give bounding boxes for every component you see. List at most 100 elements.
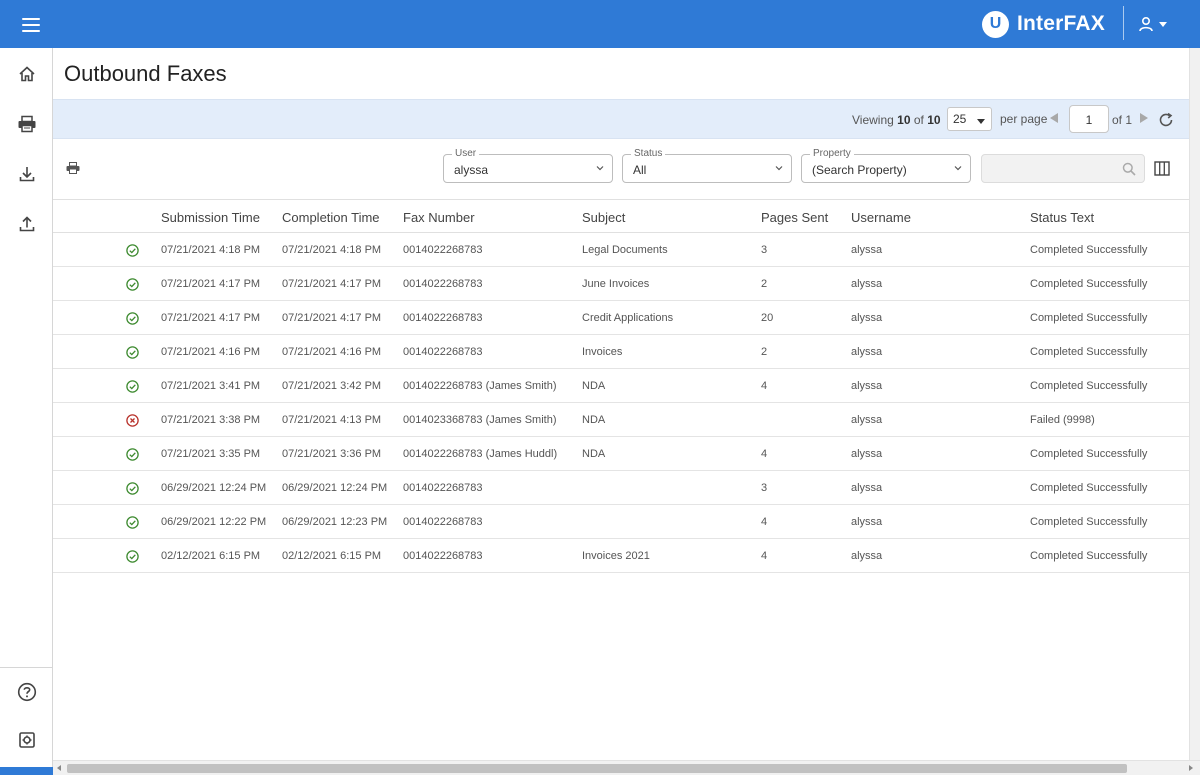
chevron-down-icon [954, 166, 962, 171]
sidebar-item-inbound[interactable] [14, 161, 40, 187]
submission-time-cell: 07/21/2021 4:16 PM [161, 346, 261, 358]
username-cell: alyssa [851, 244, 883, 256]
column-header-subject[interactable]: Subject [582, 210, 625, 225]
page-number-input[interactable]: 1 [1069, 105, 1109, 133]
subject-cell: NDA [582, 380, 606, 392]
sidebar-item-settings[interactable] [14, 727, 40, 753]
status-text-cell: Completed Successfully [1030, 380, 1148, 392]
completion-time-cell: 07/21/2021 4:16 PM [282, 346, 382, 358]
username-cell: alyssa [851, 346, 883, 358]
pages-sent-cell: 2 [761, 278, 768, 290]
status-text-cell: Completed Successfully [1030, 482, 1148, 494]
scroll-left-icon[interactable] [57, 765, 61, 771]
completion-time-cell: 07/21/2021 4:17 PM [282, 312, 382, 324]
per-page-label: per page [1000, 112, 1048, 126]
previous-page-icon[interactable] [1050, 113, 1058, 123]
sidebar-item-send[interactable] [14, 211, 40, 237]
status-text-cell: Completed Successfully [1030, 516, 1148, 528]
check-circle-icon [126, 244, 139, 257]
subject-cell: Invoices [582, 346, 623, 358]
column-header-completion-time[interactable]: Completion Time [282, 210, 380, 225]
scrollbar-thumb[interactable] [67, 764, 1127, 773]
page-title: Outbound Faxes [64, 61, 227, 86]
sidebar-divider [0, 667, 53, 668]
sidebar-bottom-bar [0, 767, 53, 775]
column-header-submission-time[interactable]: Submission Time [161, 210, 260, 225]
table-body: 07/21/2021 4:18 PM 07/21/2021 4:18 PM 0014… [53, 233, 1198, 573]
search-icon[interactable] [1122, 162, 1136, 176]
username-cell: alyssa [851, 516, 883, 528]
subject-cell: Credit Applications [582, 312, 674, 324]
completion-time-cell: 07/21/2021 3:36 PM [282, 448, 382, 460]
pages-sent-cell: 4 [761, 448, 768, 460]
print-icon[interactable] [66, 162, 80, 174]
settings-icon [19, 732, 35, 748]
horizontal-scrollbar[interactable] [53, 760, 1200, 775]
upload-icon [19, 216, 35, 232]
pages-sent-cell: 4 [761, 516, 768, 528]
fax-number-cell: 0014023368783 (James Smith) [403, 414, 557, 426]
search-input[interactable] [981, 154, 1145, 183]
sidebar-item-help[interactable] [14, 679, 40, 705]
home-icon [19, 66, 35, 82]
submission-time-cell: 07/21/2021 3:35 PM [161, 448, 261, 460]
x-circle-icon [126, 414, 139, 427]
status-text-cell: Completed Successfully [1030, 244, 1148, 256]
fax-number-cell: 0014022268783 [403, 346, 483, 358]
user-icon [1139, 16, 1153, 32]
scroll-right-icon[interactable] [1189, 765, 1193, 771]
brand-name: InterFAX [1017, 12, 1105, 35]
table-header: Submission Time Completion Time Fax Numb… [53, 199, 1198, 233]
fax-number-cell: 0014022268783 (James Huddl) [403, 448, 558, 460]
vertical-scrollbar[interactable] [1189, 48, 1200, 760]
table-row[interactable]: 07/21/2021 4:17 PM 07/21/2021 4:17 PM 0014… [53, 301, 1198, 335]
top-bar: U InterFAX [0, 0, 1200, 48]
subject-cell: NDA [582, 448, 606, 460]
table-row[interactable]: 07/21/2021 3:41 PM 07/21/2021 3:42 PM 0014… [53, 369, 1198, 403]
check-circle-icon [126, 516, 139, 529]
user-filter-select[interactable]: User alyssa [443, 148, 613, 183]
column-header-fax-number[interactable]: Fax Number [403, 210, 475, 225]
completion-time-cell: 07/21/2021 4:18 PM [282, 244, 382, 256]
status-text-cell: Failed (9998) [1030, 414, 1095, 426]
subject-cell: June Invoices [582, 278, 650, 290]
check-circle-icon [126, 278, 139, 291]
table-row[interactable]: 06/29/2021 12:22 PM 06/29/2021 12:23 PM 00… [53, 505, 1198, 539]
status-filter-select[interactable]: Status All [622, 148, 792, 183]
sidebar-item-home[interactable] [14, 61, 40, 87]
column-toggle-icon[interactable] [1154, 161, 1170, 176]
subject-cell: Invoices 2021 [582, 550, 650, 562]
property-filter-select[interactable]: Property (Search Property) [801, 148, 971, 183]
fax-number-cell: 0014022268783 [403, 312, 483, 324]
username-cell: alyssa [851, 550, 883, 562]
column-header-status-text[interactable]: Status Text [1030, 210, 1094, 225]
brand[interactable]: U InterFAX [982, 10, 1105, 38]
per-page-select[interactable]: 25 [947, 107, 992, 131]
sidebar-item-outbound[interactable] [14, 111, 40, 137]
fax-table: Submission Time Completion Time Fax Numb… [53, 199, 1198, 573]
check-circle-icon [126, 550, 139, 563]
subject-cell: Legal Documents [582, 244, 668, 256]
check-circle-icon [126, 346, 139, 359]
download-icon [19, 167, 35, 182]
chevron-down-icon [596, 166, 604, 171]
status-text-cell: Completed Successfully [1030, 312, 1148, 324]
table-row[interactable]: 07/21/2021 3:38 PM 07/21/2021 4:13 PM 0014… [53, 403, 1198, 437]
column-header-pages-sent[interactable]: Pages Sent [761, 210, 828, 225]
refresh-icon[interactable] [1157, 111, 1175, 129]
table-row[interactable]: 07/21/2021 4:18 PM 07/21/2021 4:18 PM 0014… [53, 233, 1198, 267]
column-header-username[interactable]: Username [851, 210, 911, 225]
user-menu-button[interactable] [1138, 13, 1174, 35]
hamburger-menu-icon[interactable] [18, 14, 44, 34]
next-page-icon[interactable] [1140, 113, 1148, 123]
submission-time-cell: 06/29/2021 12:22 PM [161, 516, 267, 528]
chevron-down-icon [977, 119, 985, 124]
table-row[interactable]: 07/21/2021 3:35 PM 07/21/2021 3:36 PM 0014… [53, 437, 1198, 471]
pagination-bar: Viewing 10 of 10 25 per page 1 of 1 [53, 99, 1200, 139]
subject-cell: NDA [582, 414, 606, 426]
table-row[interactable]: 02/12/2021 6:15 PM 02/12/2021 6:15 PM 0014… [53, 539, 1198, 573]
table-row[interactable]: 07/21/2021 4:17 PM 07/21/2021 4:17 PM 0014… [53, 267, 1198, 301]
check-circle-icon [126, 448, 139, 461]
table-row[interactable]: 06/29/2021 12:24 PM 06/29/2021 12:24 PM 00… [53, 471, 1198, 505]
table-row[interactable]: 07/21/2021 4:16 PM 07/21/2021 4:16 PM 0014… [53, 335, 1198, 369]
